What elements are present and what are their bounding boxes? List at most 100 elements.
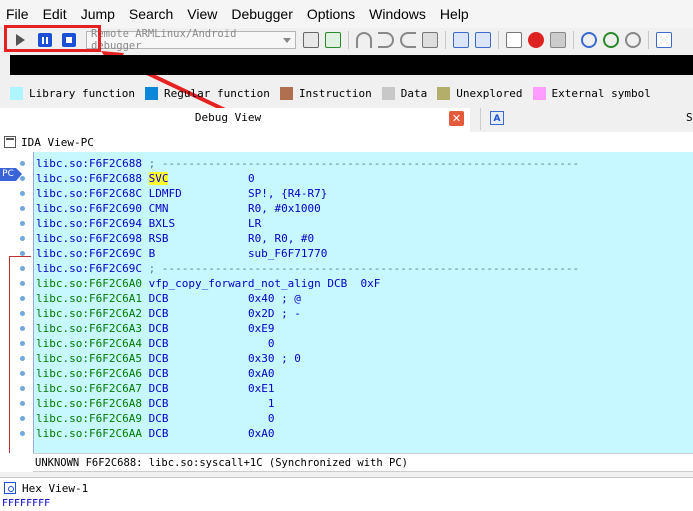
continue-process-button[interactable] (10, 31, 28, 49)
line-address: libc.so:F6F2C6A1 (36, 292, 142, 305)
line-operands: R0, R0, #0 (247, 232, 315, 245)
disassembly-line[interactable]: libc.so:F6F2C6A3 DCB 0xE9 (36, 321, 274, 336)
disassembly-line[interactable]: libc.so:F6F2C698 RSB R0, R0, #0 (36, 231, 314, 246)
hex-window-icon (475, 32, 491, 48)
breakpoint-dot[interactable] (20, 341, 25, 346)
line-mnemonic: CMN (148, 202, 169, 215)
menu-edit[interactable]: Edit (36, 6, 74, 22)
tab-structures[interactable]: A (480, 108, 686, 130)
breakpoint-dot[interactable] (20, 296, 25, 301)
menu-search[interactable]: Search (122, 6, 180, 22)
breakpoint-dot[interactable] (20, 371, 25, 376)
line-operands: sub_F6F71770 (247, 247, 328, 260)
menu-debugger[interactable]: Debugger (224, 6, 300, 22)
breakpoint-dot[interactable] (20, 401, 25, 406)
navigation-band[interactable] (10, 55, 693, 75)
disassembly-line[interactable]: libc.so:F6F2C6A2 DCB 0x2D ; - (36, 306, 301, 321)
run-to-cursor-button[interactable] (421, 31, 439, 49)
disassembly-line[interactable]: libc.so:F6F2C694 BXLS LR (36, 216, 261, 231)
disassembly-line[interactable]: libc.so:F6F2C688 SVC 0 (36, 171, 255, 186)
breakpoint-dot[interactable] (20, 176, 25, 181)
delete-watch-button[interactable] (624, 31, 642, 49)
breakpoint-dot[interactable] (20, 206, 25, 211)
disassembly-line[interactable]: libc.so:F6F2C6AA DCB 0xA0 (36, 426, 274, 441)
line-mnemonic: LDMFD (148, 187, 182, 200)
disassembly-line[interactable]: libc.so:F6F2C688 ; ---------------------… (36, 156, 579, 171)
run-until-return-button[interactable] (399, 31, 417, 49)
attach-process-button[interactable] (302, 31, 320, 49)
breakpoint-dot[interactable] (20, 326, 25, 331)
line-address: libc.so:F6F2C6A5 (36, 352, 142, 365)
breakpoint-dot[interactable] (20, 221, 25, 226)
breakpoint-dot[interactable] (20, 161, 25, 166)
line-mnemonic: BXLS (148, 217, 176, 230)
menu-help[interactable]: Help (433, 6, 476, 22)
disassembly-line[interactable]: libc.so:F6F2C6A0 vfp_copy_forward_not_al… (36, 276, 380, 291)
line-mnemonic: DCB (148, 412, 169, 425)
add-breakpoint-button[interactable] (527, 31, 545, 49)
disassembly-line[interactable]: libc.so:F6F2C68C LDMFD SP!, {R4-R7} (36, 186, 327, 201)
disassembly-line[interactable]: libc.so:F6F2C690 CMN R0, #0x1000 (36, 201, 321, 216)
debugger-select[interactable]: Remote ARMLinux/Android debugger (86, 28, 296, 52)
menu-options[interactable]: Options (300, 6, 362, 22)
tab-debug-view[interactable]: Debug View ✕ (0, 108, 470, 132)
legend-label: Library function (29, 86, 135, 100)
toolbar-separator (648, 31, 649, 49)
tab-third-label[interactable]: S (686, 111, 693, 124)
hex-view-row[interactable]: FFFFFFFF (0, 497, 693, 511)
step-over-button[interactable] (377, 31, 395, 49)
disassembly-line[interactable]: libc.so:F6F2C6A1 DCB 0x40 ; @ (36, 291, 301, 306)
tracing-button[interactable] (655, 31, 673, 49)
breakpoint-dot[interactable] (20, 311, 25, 316)
close-icon[interactable]: ✕ (449, 111, 464, 126)
line-mnemonic: DCB (148, 367, 169, 380)
breakpoint-dot[interactable] (20, 356, 25, 361)
legend-item: Unexplored (437, 86, 523, 100)
legend-swatch (381, 86, 395, 100)
jump-arrow-line (9, 256, 10, 466)
breakpoint-dot[interactable] (20, 266, 25, 271)
watch-view-button[interactable] (580, 31, 598, 49)
line-address: libc.so:F6F2C6A9 (36, 412, 142, 425)
legend-item: Data (381, 86, 427, 100)
legend-swatch (437, 86, 451, 100)
disassembly-line[interactable]: libc.so:F6F2C6A6 DCB 0xA0 (36, 366, 274, 381)
legend-item: Regular function (144, 86, 270, 100)
terminate-process-button[interactable] (60, 31, 78, 49)
add-breakpoint-icon (528, 32, 544, 48)
breakpoint-dot[interactable] (20, 386, 25, 391)
disassembly-line[interactable]: libc.so:F6F2C6A7 DCB 0xE1 (36, 381, 274, 396)
add-watch-button[interactable] (602, 31, 620, 49)
breakpoint-dot[interactable] (20, 431, 25, 436)
breakpoint-dot[interactable] (20, 236, 25, 241)
disassembly-line[interactable]: libc.so:F6F2C6A4 DCB 0 (36, 336, 274, 351)
stop-icon (62, 33, 76, 47)
disassembly-line[interactable]: libc.so:F6F2C6A8 DCB 1 (36, 396, 274, 411)
menu-windows[interactable]: Windows (362, 6, 433, 22)
detach-icon (325, 32, 341, 48)
pause-process-button[interactable] (36, 31, 54, 49)
breakpoint-dot[interactable] (20, 416, 25, 421)
disassembly-line[interactable]: libc.so:F6F2C6A9 DCB 0 (36, 411, 274, 426)
disassembly-listing[interactable]: libc.so:F6F2C688 ; ---------------------… (33, 152, 693, 454)
disassembly-line[interactable]: libc.so:F6F2C69C B sub_F6F71770 (36, 246, 327, 261)
disassembly-gutter[interactable] (0, 152, 33, 454)
line-address: libc.so:F6F2C6A3 (36, 322, 142, 335)
disassembly-line[interactable]: libc.so:F6F2C69C ; ---------------------… (36, 261, 579, 276)
detach-process-button[interactable] (324, 31, 342, 49)
delete-breakpoint-button[interactable] (549, 31, 567, 49)
menu-jump[interactable]: Jump (74, 6, 122, 22)
show-hex-button[interactable] (474, 31, 492, 49)
breakpoint-list-button[interactable] (505, 31, 523, 49)
show-disassembly-button[interactable] (452, 31, 470, 49)
line-mnemonic: DCB (148, 427, 169, 440)
breakpoint-dot[interactable] (20, 281, 25, 286)
step-into-button[interactable] (355, 31, 373, 49)
legend-item: Library function (10, 86, 135, 100)
menu-view[interactable]: View (180, 6, 224, 22)
line-mnemonic: DCB (148, 292, 169, 305)
menu-file[interactable]: File (0, 6, 36, 22)
breakpoint-dot[interactable] (20, 191, 25, 196)
legend-swatch (532, 86, 546, 100)
disassembly-line[interactable]: libc.so:F6F2C6A5 DCB 0x30 ; 0 (36, 351, 301, 366)
